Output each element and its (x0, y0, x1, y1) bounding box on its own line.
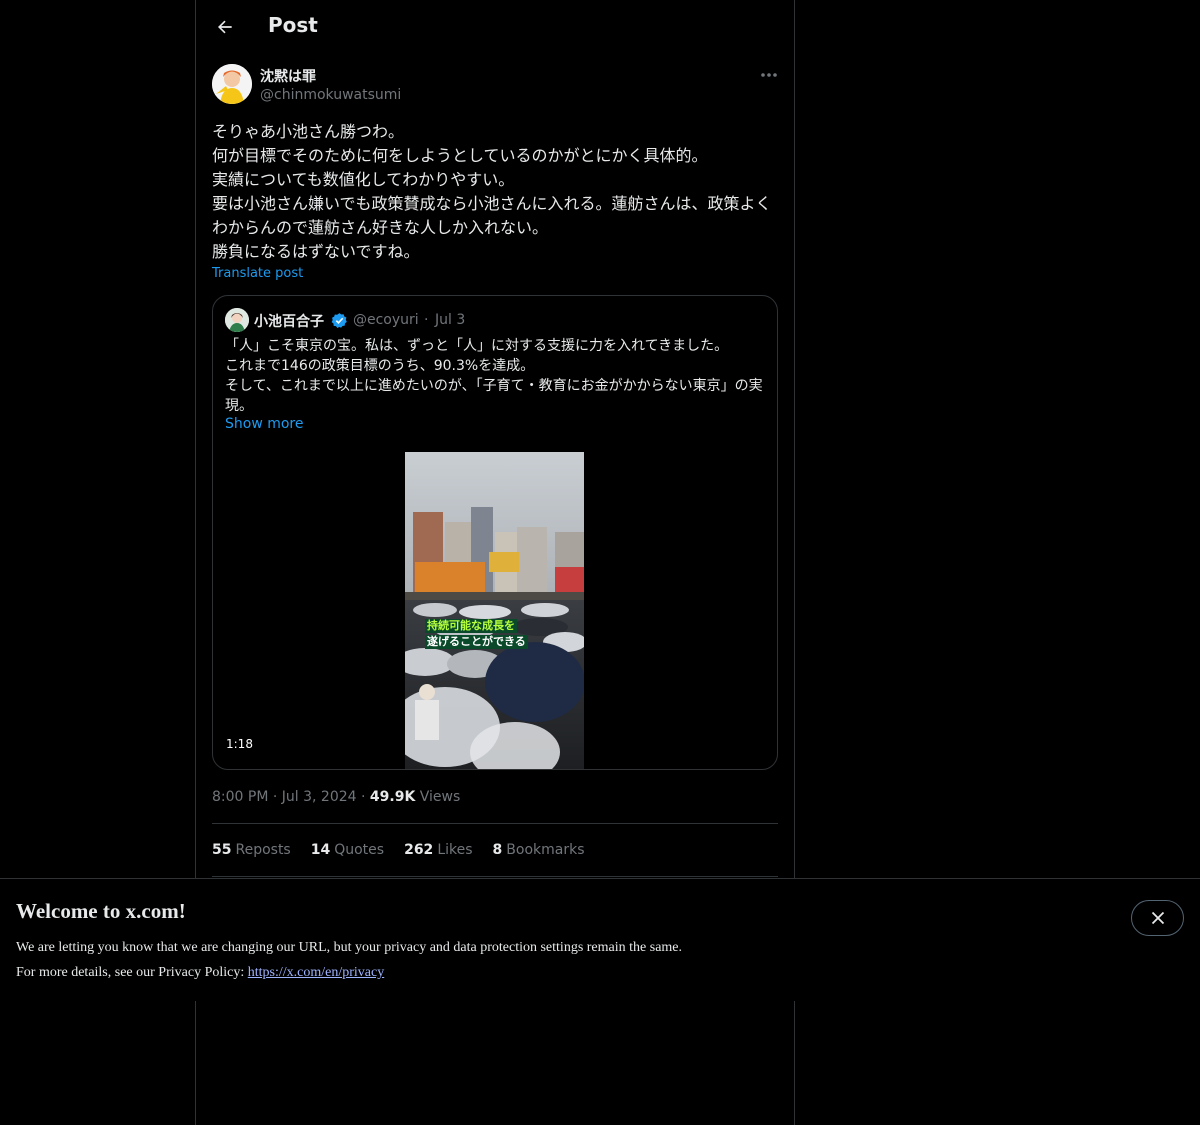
quote-text: 「人」こそ東京の宝。私は、ずっと「人」に対する支援に力を入れてきました。 これま… (225, 338, 763, 414)
video-caption-line2: 遂げることができる (425, 635, 528, 649)
author-avatar[interactable] (212, 64, 252, 104)
separator-dot: · (424, 312, 429, 328)
bookmarks-stat[interactable]: 8 Bookmarks (493, 842, 585, 858)
quote-date[interactable]: Jul 3 (435, 312, 465, 328)
meta-dot: · (361, 789, 370, 805)
banner-title: Welcome to x.com! (16, 899, 186, 923)
privacy-policy-link[interactable]: https://x.com/en/privacy (248, 965, 384, 980)
arrow-left-icon (218, 20, 232, 34)
author-name[interactable]: 沈黙は罪 (260, 66, 316, 86)
video-thumbnail[interactable]: 持続可能な成長を 遂げることができる (405, 452, 584, 769)
post-time[interactable]: 8:00 PM (212, 789, 268, 805)
quote-author-name[interactable]: 小池百合子 (254, 311, 324, 331)
quote-author-handle[interactable]: @ecoyuri (353, 312, 419, 328)
more-options-button[interactable] (756, 64, 782, 86)
video-caption-line1: 持続可能な成長を (425, 619, 517, 633)
engagement-stats: 55 Reposts 14 Quotes 262 Likes 8 Bookmarks (212, 842, 585, 858)
author-handle[interactable]: @chinmokuwatsumi (260, 87, 401, 103)
page-title: Post (268, 13, 318, 37)
post-meta: 8:00 PM · Jul 3, 2024 · 49.9K Views (212, 789, 460, 805)
video-duration: 1:18 (222, 736, 257, 752)
post-text: そりゃあ小池さん勝つわ。 何が目標でそのために何をしようとしているのかがとにかく… (212, 122, 772, 261)
reposts-stat[interactable]: 55 Reposts (212, 842, 291, 858)
views-count: 49.9K (369, 789, 416, 805)
banner-line1: We are letting you know that we are chan… (16, 940, 683, 955)
close-banner-button[interactable] (1131, 900, 1184, 936)
post-date[interactable]: Jul 3, 2024 (282, 789, 357, 805)
url-change-banner: Welcome to x.com! We are letting you kno… (0, 878, 1200, 1001)
banner-body: We are letting you know that we are chan… (16, 935, 682, 985)
meta-dot: · (272, 789, 282, 805)
translate-post-link[interactable]: Translate post (212, 266, 303, 281)
quotes-stat[interactable]: 14 Quotes (311, 842, 384, 858)
more-horizontal-icon (761, 73, 777, 77)
divider (212, 876, 778, 877)
verified-badge-icon (331, 313, 347, 329)
banner-line2: For more details, see our Privacy Policy… (16, 965, 385, 980)
back-button[interactable] (208, 10, 242, 44)
page-header: Post (196, 0, 794, 54)
divider (212, 823, 778, 824)
quote-author-avatar[interactable] (225, 308, 249, 332)
quoted-post[interactable]: 小池百合子 @ecoyuri · Jul 3 「人」こそ東京の宝。私は、ずっと「… (212, 295, 778, 770)
views-label: Views (419, 789, 461, 805)
likes-stat[interactable]: 262 Likes (404, 842, 472, 858)
show-more-link[interactable]: Show more (225, 416, 304, 432)
close-icon (1151, 911, 1164, 925)
